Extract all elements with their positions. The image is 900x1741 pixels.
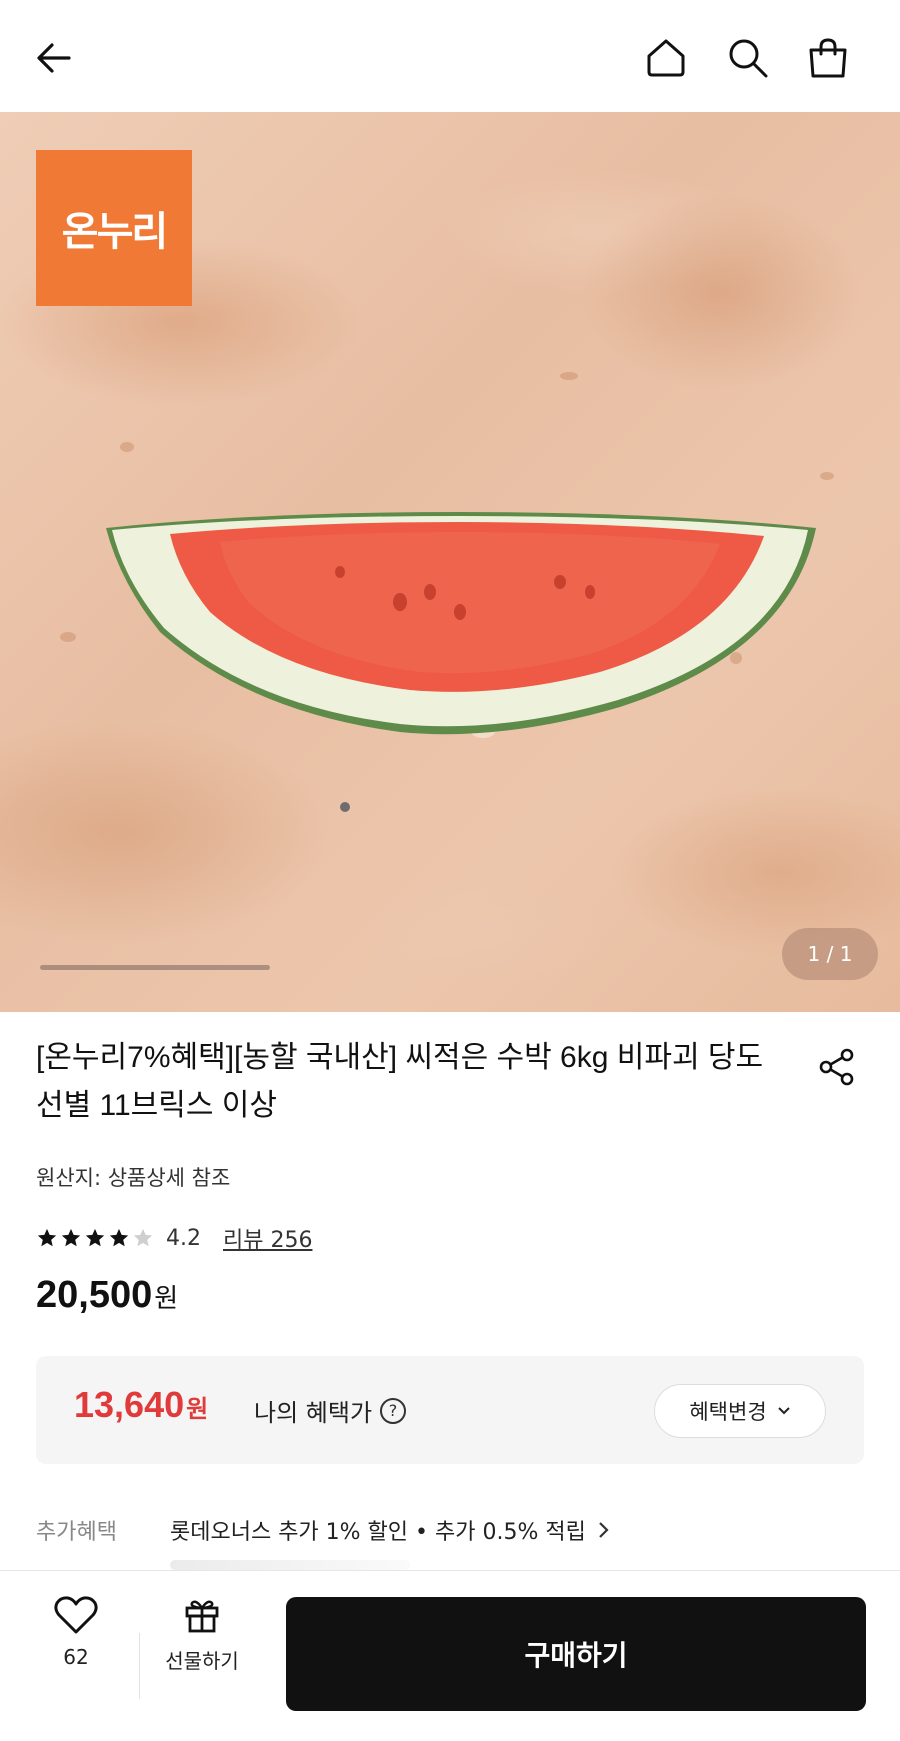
back-button[interactable] <box>26 30 82 86</box>
star-icon <box>85 1228 105 1247</box>
star-empty-icon <box>133 1228 153 1247</box>
gift-label: 선물하기 <box>165 1649 239 1673</box>
help-icon[interactable]: ? <box>380 1397 407 1424</box>
benefit-label-group: 나의 혜택가 ? <box>254 1393 407 1428</box>
search-icon <box>729 39 768 78</box>
share-icon <box>819 1048 854 1086</box>
buy-button[interactable]: 구매하기 <box>286 1597 866 1711</box>
rating-row: 4.2 리뷰 256 <box>36 1221 312 1255</box>
image-pager: 1 / 1 <box>782 928 878 980</box>
benefit-price: 13,640 원 <box>74 1384 208 1426</box>
extra-benefit-label: 추가혜택 <box>36 1520 117 1545</box>
price-unit: 원 <box>154 1284 179 1314</box>
origin-info: 원산지: 상품상세 참조 <box>36 1166 231 1190</box>
extra-benefit-text: 롯데오너스 추가 1% 할인 • 추가 0.5% 적립 <box>170 1520 586 1545</box>
original-price: 20,500 원 <box>36 1274 178 1317</box>
watermelon-image <box>106 512 816 735</box>
reviews-link[interactable]: 리뷰 256 <box>223 1222 312 1254</box>
product-title-block: [온누리7%혜택][농할 국내산] 씨적은 수박 6kg 비파괴 당도선별 11… <box>36 1034 776 1130</box>
benefit-price-unit: 원 <box>186 1395 209 1423</box>
benefit-price-box: 13,640 원 나의 혜택가 ? 혜택변경 <box>36 1356 864 1464</box>
star-icon <box>37 1228 57 1247</box>
chevron-down-icon <box>777 1407 790 1415</box>
star-icon <box>109 1228 129 1247</box>
gift-button[interactable]: 선물하기 <box>150 1595 254 1674</box>
like-button[interactable]: 62 <box>46 1595 106 1669</box>
arrow-left-icon <box>37 43 71 73</box>
top-app-bar <box>0 0 900 112</box>
brand-logo: 온누리 <box>36 150 192 306</box>
image-progress-bar <box>40 965 270 970</box>
gift-icon <box>185 1600 219 1633</box>
price-value: 20,500 <box>36 1274 153 1316</box>
shopping-bag-icon <box>809 38 847 78</box>
product-title: [온누리7%혜택][농할 국내산] 씨적은 수박 6kg 비파괴 당도선별 11… <box>36 1041 764 1122</box>
cart-button[interactable] <box>800 30 856 86</box>
product-image-carousel[interactable]: 온누리 1 / 1 <box>0 112 900 1012</box>
benefit-label: 나의 혜택가 <box>254 1399 373 1427</box>
partially-hidden-row <box>170 1560 410 1570</box>
search-button[interactable] <box>720 30 776 86</box>
rating-value: 4.2 <box>166 1225 201 1251</box>
star-rating <box>36 1227 154 1249</box>
bottom-action-bar: 62 선물하기 구매하기 <box>0 1570 900 1741</box>
home-button[interactable] <box>638 30 694 86</box>
home-icon <box>647 39 685 77</box>
share-button[interactable] <box>812 1042 862 1092</box>
change-benefit-button[interactable]: 혜택변경 <box>654 1384 826 1438</box>
divider <box>139 1633 140 1699</box>
chevron-right-icon <box>599 1522 609 1538</box>
heart-icon <box>54 1596 98 1634</box>
star-icon <box>61 1228 81 1247</box>
extra-benefit-row[interactable]: 추가혜택 롯데오너스 추가 1% 할인 • 추가 0.5% 적립 <box>36 1514 610 1546</box>
like-count: 62 <box>63 1645 89 1669</box>
benefit-price-value: 13,640 <box>74 1384 185 1425</box>
change-benefit-label: 혜택변경 <box>689 1400 767 1424</box>
